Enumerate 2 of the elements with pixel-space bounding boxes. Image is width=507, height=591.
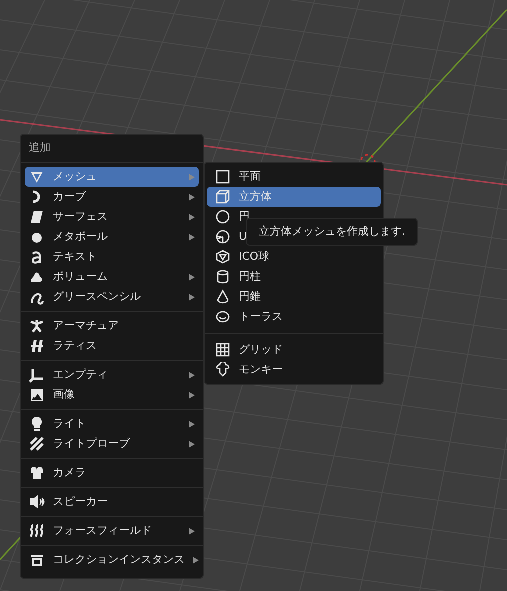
menu-title: 追加	[28, 140, 52, 156]
tooltip: 立方体メッシュを作成します.	[246, 218, 418, 246]
